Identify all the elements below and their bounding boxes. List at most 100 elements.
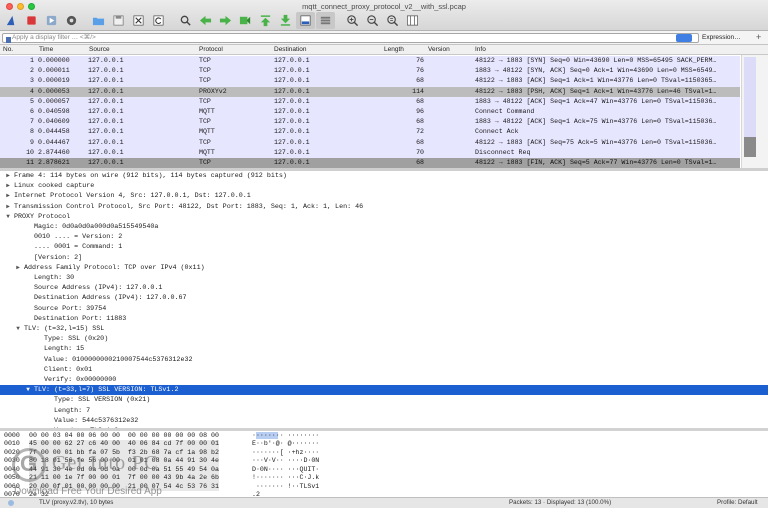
col-header-length[interactable]: Length [384, 46, 404, 53]
detail-row[interactable]: ▶ Frame 4: 114 bytes on wire (912 bits), … [0, 171, 768, 181]
expand-arrow-icon[interactable]: ▶ [4, 191, 12, 201]
hex-row[interactable]: 0060 20 00 0f 01 00 00 00 00 21 00 07 54 … [0, 482, 768, 491]
detail-row[interactable]: ▶ Internet Protocol Version 4, Src: 127.0… [0, 191, 768, 201]
detail-row[interactable]: Source Address (IPv4): 127.0.0.1 [0, 283, 768, 293]
expert-info-icon[interactable] [8, 500, 14, 506]
save-file-icon[interactable] [109, 12, 128, 29]
detail-row[interactable]: Destination Port: 11883 [0, 314, 768, 324]
detail-row[interactable]: Client: 0x01 [0, 365, 768, 375]
collapse-arrow-icon[interactable]: ▼ [4, 212, 12, 222]
col-header-version[interactable]: Version [428, 46, 450, 53]
hex-row[interactable]: 0050 21 11 00 1e 7f 00 00 01 7f 00 00 43 … [0, 474, 768, 483]
col-header-source[interactable]: Source [89, 46, 110, 53]
hex-row[interactable]: 0000 00 00 03 04 00 06 00 00 00 00 00 00 … [0, 432, 768, 441]
packet-row[interactable]: 3 0.000019 127.0.0.1 TCP 127.0.0.1 68 48122 → … [0, 76, 740, 87]
packet-row[interactable]: 11 2.878621 127.0.0.1 TCP 127.0.0.1 68 48122 →… [0, 158, 740, 168]
display-filter-input[interactable]: Apply a display filter … <⌘/> [2, 33, 699, 43]
restart-icon[interactable] [42, 12, 61, 29]
resize-columns-icon[interactable] [403, 12, 422, 29]
expand-arrow-icon[interactable]: ▶ [14, 263, 22, 273]
detail-row[interactable]: 0010 .... = Version: 2 [0, 232, 768, 242]
detail-row[interactable]: ▼ PROXY Protocol [0, 212, 768, 222]
col-header-protocol[interactable]: Protocol [199, 46, 223, 53]
expression-button[interactable]: Expression… [702, 33, 741, 43]
add-filter-button[interactable]: + [756, 32, 761, 43]
packet-row[interactable]: 9 0.044467 127.0.0.1 TCP 127.0.0.1 68 48122 → … [0, 137, 740, 148]
packet-row[interactable]: 6 0.040598 127.0.0.1 MQTT 127.0.0.1 96 Connect… [0, 107, 740, 118]
packet-row[interactable]: 1 0.000000 127.0.0.1 TCP 127.0.0.1 76 48122 → … [0, 56, 740, 67]
hex-row[interactable]: 0040 44 91 30 4e 0d 0a 0d 0a 00 0d 0a 51 … [0, 465, 768, 474]
detail-row[interactable]: ▶ Linux cooked capture [0, 181, 768, 191]
apply-filter-arrow-icon[interactable] [676, 34, 692, 42]
detail-row[interactable]: ▼ TLV: (t=32,l=15) SSL [0, 324, 768, 334]
status-profile[interactable]: Profile: Default [717, 498, 758, 508]
go-back-icon[interactable] [196, 12, 215, 29]
packet-length: 72 [416, 128, 424, 136]
options-gear-icon[interactable] [62, 12, 81, 29]
hex-row[interactable]: 0020 7f 00 00 01 bb fa 07 5b f3 2b 68 7a … [0, 448, 768, 457]
packet-info: 48122 → 1883 [ACK] Seq=75 Ack=5 Win=4377… [475, 138, 717, 146]
col-header-info[interactable]: Info [475, 46, 486, 53]
go-last-icon[interactable] [276, 12, 295, 29]
find-icon[interactable] [176, 12, 195, 29]
go-forward-icon[interactable] [216, 12, 235, 29]
packet-list-header: No. Time Source Protocol Destination Len… [0, 45, 768, 55]
detail-row[interactable]: Length: 30 [0, 273, 768, 283]
hex-row[interactable]: 0010 45 00 00 62 27 c6 40 00 40 06 84 cd … [0, 440, 768, 449]
packet-info: Disconnect Req [475, 148, 531, 156]
packet-time: 0.040609 [38, 118, 70, 126]
expand-arrow-icon[interactable]: ▶ [4, 202, 12, 212]
packet-destination: 127.0.0.1 [274, 138, 310, 146]
expand-arrow-icon[interactable]: ▶ [4, 171, 12, 181]
collapse-arrow-icon[interactable]: ▼ [14, 324, 22, 334]
detail-row[interactable]: Source Port: 39754 [0, 304, 768, 314]
detail-row[interactable]: Type: SSL VERSION (0x21) [0, 395, 768, 405]
bookmark-icon[interactable] [6, 37, 11, 43]
hex-offset: 0030 [4, 457, 20, 464]
detail-row[interactable]: Destination Address (IPv4): 127.0.0.67 [0, 293, 768, 303]
packet-row[interactable]: 8 0.044458 127.0.0.1 MQTT 127.0.0.1 72 Connect… [0, 127, 740, 138]
packet-row[interactable]: 5 0.000057 127.0.0.1 TCP 127.0.0.1 68 1883 → 4… [0, 96, 740, 107]
col-header-no[interactable]: No. [3, 46, 13, 53]
packet-minimap[interactable] [744, 57, 756, 157]
zoom-out-icon[interactable] [363, 12, 382, 29]
collapse-arrow-icon[interactable]: ▼ [24, 385, 32, 395]
detail-row[interactable]: Type: SSL (0x20) [0, 334, 768, 344]
detail-text: Internet Protocol Version 4, Src: 127.0.… [14, 192, 251, 201]
detail-row[interactable]: Value: 0100000000210007544c5376312e32 [0, 355, 768, 365]
col-header-destination[interactable]: Destination [274, 46, 307, 53]
packet-row[interactable]: 7 0.040609 127.0.0.1 TCP 127.0.0.1 68 1883 → 4… [0, 117, 740, 128]
detail-row[interactable]: Magic: 0d0a0d0a000d0a515549540a [0, 222, 768, 232]
detail-row[interactable]: .... 0001 = Command: 1 [0, 242, 768, 252]
zoom-normal-icon[interactable] [383, 12, 402, 29]
hex-ascii: ·······[ ·+hz···· [252, 448, 320, 456]
hex-ascii: ······· !··TLSv1 [252, 482, 320, 490]
detail-row[interactable]: ▶ Address Family Protocol: TCP over IPv4 … [0, 263, 768, 273]
detail-row[interactable]: Value: 544c5376312e32 [0, 416, 768, 426]
go-to-packet-icon[interactable] [236, 12, 255, 29]
autoscroll-icon[interactable] [296, 11, 315, 29]
close-file-icon[interactable] [129, 12, 148, 29]
detail-row[interactable]: ▶ Transmission Control Protocol, Src Port… [0, 202, 768, 212]
packet-row[interactable]: 4 0.000053 127.0.0.1 PROXYv2 127.0.0.1 114 481… [0, 86, 740, 97]
detail-row[interactable]: Length: 15 [0, 344, 768, 354]
colorize-icon[interactable] [316, 11, 335, 29]
reload-icon[interactable] [149, 12, 168, 29]
shark-fin-icon[interactable] [2, 12, 21, 29]
open-folder-icon[interactable] [89, 12, 108, 29]
packet-row[interactable]: 10 2.874460 127.0.0.1 MQTT 127.0.0.1 70 Discon… [0, 147, 740, 158]
zoom-in-icon[interactable] [343, 12, 362, 29]
detail-row[interactable]: Length: 7 [0, 406, 768, 416]
col-header-time[interactable]: Time [39, 46, 53, 53]
stop-icon[interactable] [22, 12, 41, 29]
go-first-icon[interactable] [256, 12, 275, 29]
detail-row[interactable]: [Version: 2] [0, 253, 768, 263]
expand-arrow-icon[interactable]: ▶ [4, 181, 12, 191]
packet-protocol: MQTT [199, 128, 215, 136]
detail-row-selected[interactable]: ▼ TLV: (t=33,l=7) SSL VERSION: TLSv1.2 [0, 385, 768, 396]
hex-offset: 0010 [4, 440, 20, 447]
detail-text: TLV: (t=33,l=7) SSL VERSION: TLSv1.2 [34, 386, 179, 395]
detail-row[interactable]: Verify: 0x00000000 [0, 375, 768, 385]
hex-row[interactable]: 0030 80 18 01 56 fe 56 00 00 01 01 08 0a … [0, 457, 768, 466]
packet-row[interactable]: 2 0.000011 127.0.0.1 TCP 127.0.0.1 76 1883 → 4… [0, 66, 740, 77]
